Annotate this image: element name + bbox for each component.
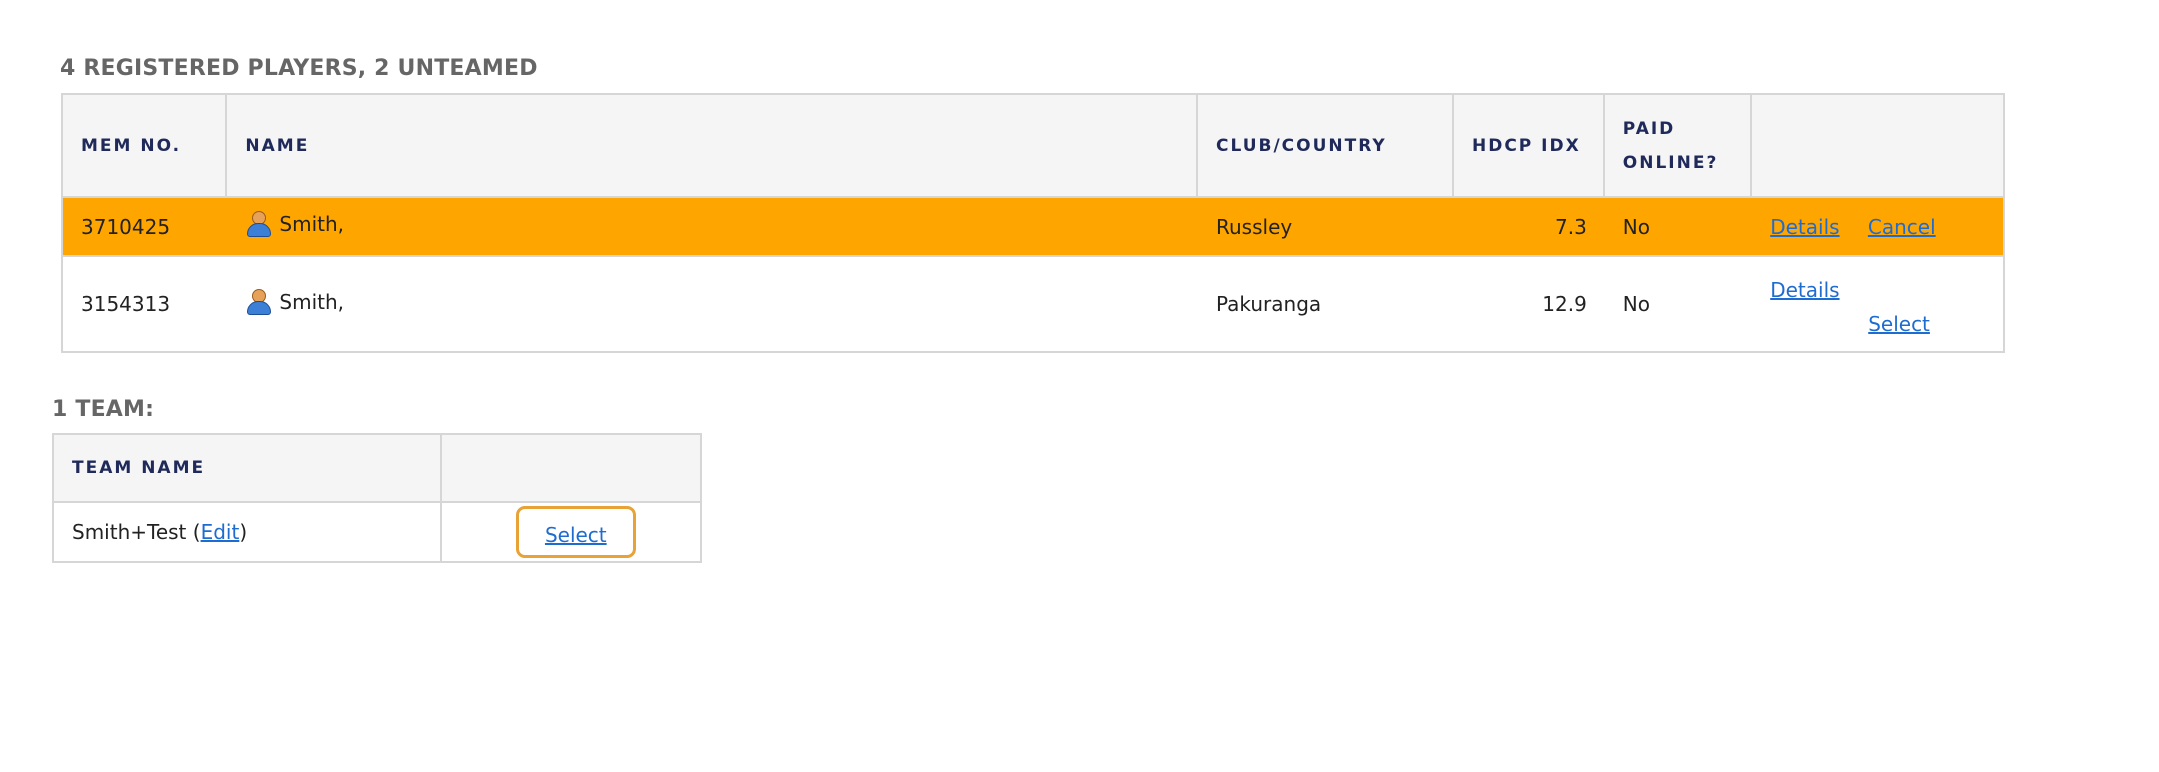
player-name: Smith, bbox=[279, 289, 345, 314]
club-cell: Pakuranga bbox=[1197, 255, 1453, 353]
team-name: Smith+Test bbox=[72, 520, 187, 544]
club-cell: Russley bbox=[1197, 196, 1453, 257]
actions-cell: Details Select bbox=[1751, 255, 2005, 353]
team-name-cell: Smith+Test (Edit) bbox=[52, 501, 442, 563]
team-actions-cell: Select bbox=[439, 501, 703, 563]
table-row[interactable]: Smith+Test (Edit) Select bbox=[52, 501, 703, 563]
user-icon bbox=[245, 288, 272, 315]
open-paren: ( bbox=[192, 520, 201, 544]
actions-cell: Details Cancel bbox=[1751, 196, 2005, 257]
team-select-focus-box[interactable]: Select bbox=[515, 506, 636, 558]
name-wrap: Smith, bbox=[245, 288, 345, 315]
paid-online-line1: PAID bbox=[1622, 118, 1676, 139]
paid-cell: No bbox=[1603, 255, 1752, 353]
details-link[interactable]: Details bbox=[1770, 278, 1839, 302]
hdcp-cell: 12.9 bbox=[1452, 255, 1604, 353]
mem-no-cell: 3154313 bbox=[60, 255, 227, 353]
name-wrap: Smith, bbox=[245, 211, 344, 237]
hdcp-cell: 7.3 bbox=[1452, 196, 1604, 257]
cancel-link[interactable]: Cancel bbox=[1868, 215, 1936, 239]
players-table-header-row: MEM NO. NAME CLUB/COUNTRY HDCP IDX PAID … bbox=[60, 93, 2005, 198]
page: 4 REGISTERED PLAYERS, 2 UNTEAMED MEM NO.… bbox=[0, 0, 2159, 772]
column-header-hdcp-idx[interactable]: HDCP IDX bbox=[1451, 93, 1605, 198]
column-header-club-country[interactable]: CLUB/COUNTRY bbox=[1196, 93, 1454, 198]
players-section-heading: 4 REGISTERED PLAYERS, 2 UNTEAMED bbox=[60, 56, 538, 81]
column-header-mem-no[interactable]: MEM NO. bbox=[60, 93, 228, 198]
table-row[interactable]: 3710425 Smith, Russley 7.3 No Details Ca… bbox=[60, 196, 2005, 257]
name-cell: Smith, bbox=[226, 255, 1197, 353]
select-team-link[interactable]: Select bbox=[545, 523, 607, 547]
teams-section-heading: 1 TEAM: bbox=[52, 397, 155, 422]
column-header-name[interactable]: NAME bbox=[225, 93, 1198, 198]
teams-table: TEAM NAME Smith+Test (Edit) Select bbox=[52, 433, 703, 563]
actions-inline: Details Cancel bbox=[1770, 215, 1957, 239]
details-link[interactable]: Details bbox=[1770, 215, 1839, 239]
players-table: MEM NO. NAME CLUB/COUNTRY HDCP IDX PAID … bbox=[60, 93, 2005, 353]
paid-cell: No bbox=[1603, 196, 1752, 257]
close-paren: ) bbox=[239, 520, 248, 544]
actions-stack: Details Select bbox=[1770, 268, 1985, 340]
name-cell: Smith, bbox=[226, 196, 1197, 257]
table-row[interactable]: 3154313 Smith, Pakuranga 12.9 No Details bbox=[60, 255, 2005, 353]
column-header-team-actions bbox=[439, 433, 703, 503]
edit-team-link[interactable]: Edit bbox=[201, 520, 240, 544]
column-header-actions bbox=[1750, 93, 2005, 198]
column-header-team-name[interactable]: TEAM NAME bbox=[52, 433, 442, 503]
paid-online-line2: ONLINE? bbox=[1622, 152, 1719, 173]
teams-table-header-row: TEAM NAME bbox=[52, 433, 703, 503]
user-icon bbox=[245, 211, 272, 237]
select-link[interactable]: Select bbox=[1868, 312, 1930, 336]
mem-no-cell: 3710425 bbox=[60, 196, 227, 257]
column-header-paid-online[interactable]: PAID ONLINE? bbox=[1602, 93, 1753, 198]
player-name: Smith, bbox=[279, 212, 345, 236]
